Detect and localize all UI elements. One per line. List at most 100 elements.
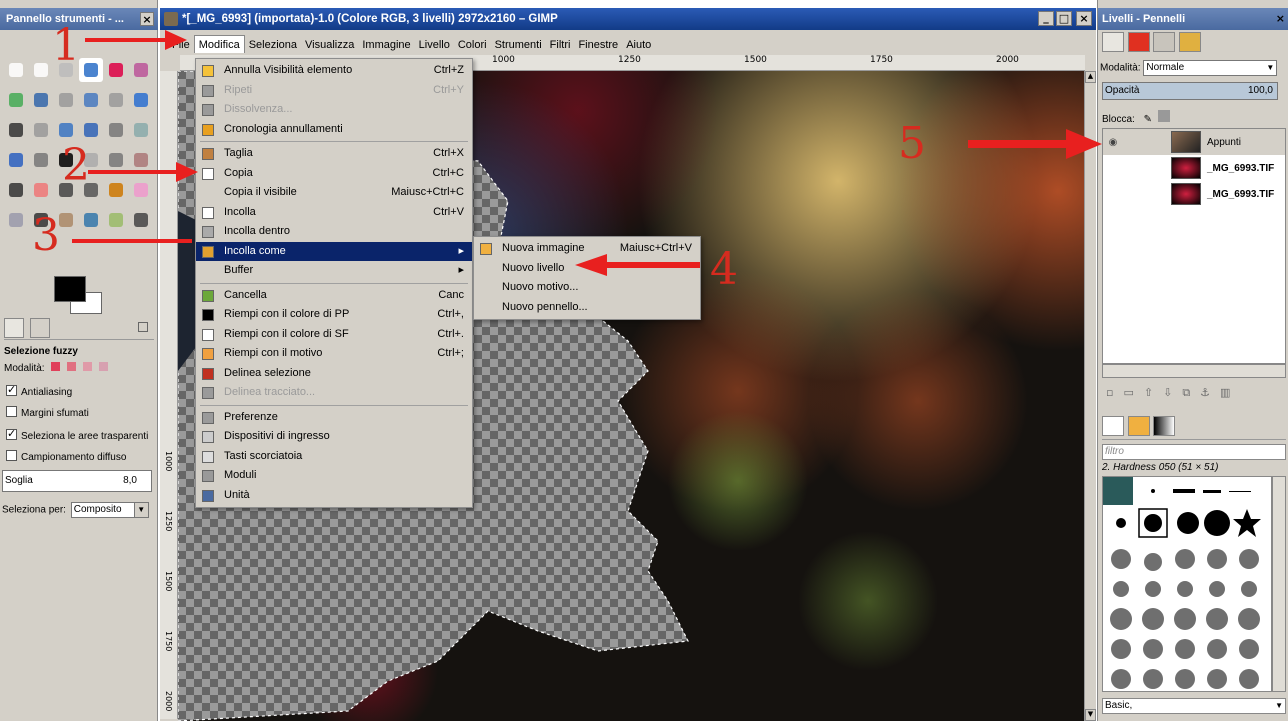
menu-strumenti[interactable]: Strumenti (491, 36, 546, 54)
new-group-icon[interactable]: ▭ (1123, 386, 1143, 399)
rect-select-tool-icon[interactable] (4, 58, 28, 82)
opacity-slider[interactable]: Opacità 100,0 (1102, 82, 1278, 100)
tab-paths-icon[interactable] (1153, 32, 1175, 52)
panel-menu-icon[interactable] (138, 322, 148, 332)
clone-tool-icon[interactable] (104, 178, 128, 202)
edit-menu-item-incolla-come[interactable]: Incolla come ▸ (196, 241, 472, 261)
duplicate-layer-icon[interactable]: ⧉ (1182, 386, 1200, 399)
feather-checkbox[interactable]: Margini sfumati (6, 406, 89, 419)
layers-dock-close[interactable]: × (1276, 8, 1285, 30)
fg-color-swatch-front[interactable] (54, 276, 86, 302)
edit-menu-item-cancella[interactable]: Cancella Canc (196, 286, 472, 306)
image-window-titlebar[interactable]: *[_MG_6993] (importata)-1.0 (Colore RGB,… (160, 8, 1096, 30)
perspective-tool-icon[interactable] (129, 118, 153, 142)
edit-menu-item-unità[interactable]: Unità (196, 486, 472, 506)
threshold-slider[interactable]: Soglia 8,0 (2, 470, 152, 492)
lock-alpha-icon[interactable] (1158, 110, 1171, 122)
move-tool-icon[interactable] (129, 88, 153, 112)
edit-menu-item-buffer[interactable]: Buffer ▸ (196, 261, 472, 281)
perspective-clone-tool-icon[interactable] (4, 208, 28, 232)
mode-replace-icon[interactable] (51, 362, 61, 371)
paste-as-item-nuovo-motivo[interactable]: Nuovo motivo... (474, 278, 700, 298)
menu-livello[interactable]: Livello (415, 36, 454, 54)
layer-visibility-eye-icon[interactable]: ◉ (1103, 137, 1123, 148)
select-by-dropdown[interactable]: Composito ▼ (70, 502, 149, 518)
measure-tool-icon[interactable] (104, 88, 128, 112)
menu-immagine[interactable]: Immagine (358, 36, 414, 54)
menu-finestre[interactable]: Finestre (574, 36, 622, 54)
color-select-tool-icon[interactable] (104, 58, 128, 82)
edit-menu-item-incolla[interactable]: Incolla Ctrl+V (196, 203, 472, 223)
tab-history-icon[interactable] (1178, 32, 1201, 52)
shear-tool-icon[interactable] (104, 118, 128, 142)
menu-visualizza[interactable]: Visualizza (301, 36, 358, 54)
layers-hscroll[interactable] (1102, 364, 1286, 378)
mode-intersect-icon[interactable] (98, 362, 108, 371)
ellipse-select-tool-icon[interactable] (29, 58, 53, 82)
edit-menu-item-taglia[interactable]: Taglia Ctrl+X (196, 144, 472, 164)
foreground-select-tool-icon[interactable] (4, 88, 28, 112)
menu-colori[interactable]: Colori (454, 36, 491, 54)
blend-tool-icon[interactable] (104, 148, 128, 172)
brushes-vscroll[interactable] (1272, 476, 1286, 692)
layer-row[interactable]: _MG_6993.TIF (1103, 181, 1285, 207)
edit-menu-item-riempi-con-il-colore-di-pp[interactable]: Riempi con il colore di PP Ctrl+, (196, 305, 472, 325)
menu-filtri[interactable]: Filtri (546, 36, 575, 54)
cage-tool-icon[interactable] (29, 148, 53, 172)
edit-menu-item-copia-il-visibile[interactable]: Copia il visibile Maiusc+Ctrl+C (196, 183, 472, 203)
layer-row[interactable]: ◉ Appunti (1103, 129, 1285, 155)
new-layer-icon[interactable]: ▫ (1106, 386, 1123, 399)
fuzzy-select-tool-icon[interactable] (79, 58, 103, 82)
menu-modifica[interactable]: Modifica (193, 35, 245, 53)
edit-menu-item-annulla-visibilità-elemento[interactable]: Annulla Visibilità elemento Ctrl+Z (196, 61, 472, 81)
anchor-layer-icon[interactable]: ⚓ (1200, 386, 1220, 399)
lock-pixels-icon[interactable]: ✎ (1144, 114, 1156, 126)
edit-menu-item-riempi-con-il-motivo[interactable]: Riempi con il motivo Ctrl+; (196, 344, 472, 364)
eraser-tool-icon[interactable] (29, 178, 53, 202)
tab-brushes-icon[interactable] (1102, 416, 1124, 436)
dodge-burn-tool-icon[interactable] (104, 208, 128, 232)
flip-tool-icon[interactable] (4, 148, 28, 172)
edit-menu-item-dissolvenza[interactable]: Dissolvenza... (196, 100, 472, 120)
zoom-tool-icon[interactable] (79, 88, 103, 112)
layers-titlebar[interactable]: Livelli - Pennelli × (1098, 8, 1288, 30)
delete-layer-icon[interactable]: ▥ (1220, 386, 1240, 399)
edit-menu-item-delinea-selezione[interactable]: Delinea selezione (196, 364, 472, 384)
maximize-button[interactable]: □ (1056, 11, 1072, 26)
color-picker-tool-icon[interactable] (54, 88, 78, 112)
mode-subtract-icon[interactable] (82, 362, 92, 371)
pencil-tool-icon[interactable] (129, 148, 153, 172)
paste-as-item-nuovo-pennello[interactable]: Nuovo pennello... (474, 298, 700, 318)
tab-layers-icon[interactable] (1102, 32, 1124, 52)
scale-tool-icon[interactable] (79, 118, 103, 142)
raise-layer-icon[interactable]: ⇧ (1144, 386, 1163, 399)
edit-menu-item-cronologia-annullamenti[interactable]: Cronologia annullamenti (196, 120, 472, 140)
tab-tool-options[interactable] (4, 318, 24, 338)
sample-merged-checkbox[interactable]: Campionamento diffuso (6, 450, 126, 463)
brushes-grid[interactable] (1102, 476, 1272, 692)
edit-menu-item-delinea-tracciato[interactable]: Delinea tracciato... (196, 383, 472, 403)
crop-tool-icon[interactable] (29, 118, 53, 142)
scroll-up-icon[interactable]: ▲ (1085, 71, 1096, 83)
minimize-button[interactable]: _ (1038, 11, 1054, 26)
tab-device-status[interactable] (29, 318, 50, 338)
paintbrush-tool-icon[interactable] (4, 178, 28, 202)
edit-menu-item-copia[interactable]: Copia Ctrl+C (196, 164, 472, 184)
antialiasing-checkbox[interactable]: Antialiasing (6, 383, 72, 398)
brush-set-dropdown[interactable]: Basic, ▼ (1102, 698, 1286, 714)
layer-mode-dropdown[interactable]: Normale ▼ (1143, 60, 1278, 76)
menu-seleziona[interactable]: Seleziona (245, 36, 301, 54)
edit-menu-item-dispositivi-di-ingresso[interactable]: Dispositivi di ingresso (196, 427, 472, 447)
vertical-scrollbar[interactable]: ▲ ▼ (1084, 71, 1096, 721)
edit-menu-item-ripeti[interactable]: Ripeti Ctrl+Y (196, 81, 472, 101)
mode-add-icon[interactable] (67, 362, 77, 371)
scroll-down-icon[interactable]: ▼ (1085, 709, 1096, 721)
close-button[interactable]: × (1076, 11, 1092, 26)
warp-tool-icon[interactable] (129, 208, 153, 232)
toolbox-close-button[interactable]: × (140, 12, 154, 26)
tab-gradients-icon[interactable] (1153, 416, 1175, 436)
menu-aiuto[interactable]: Aiuto (622, 36, 655, 54)
lower-layer-icon[interactable]: ⇩ (1163, 386, 1182, 399)
edit-menu-item-riempi-con-il-colore-di-sf[interactable]: Riempi con il colore di SF Ctrl+. (196, 325, 472, 345)
heal-tool-icon[interactable] (129, 178, 153, 202)
